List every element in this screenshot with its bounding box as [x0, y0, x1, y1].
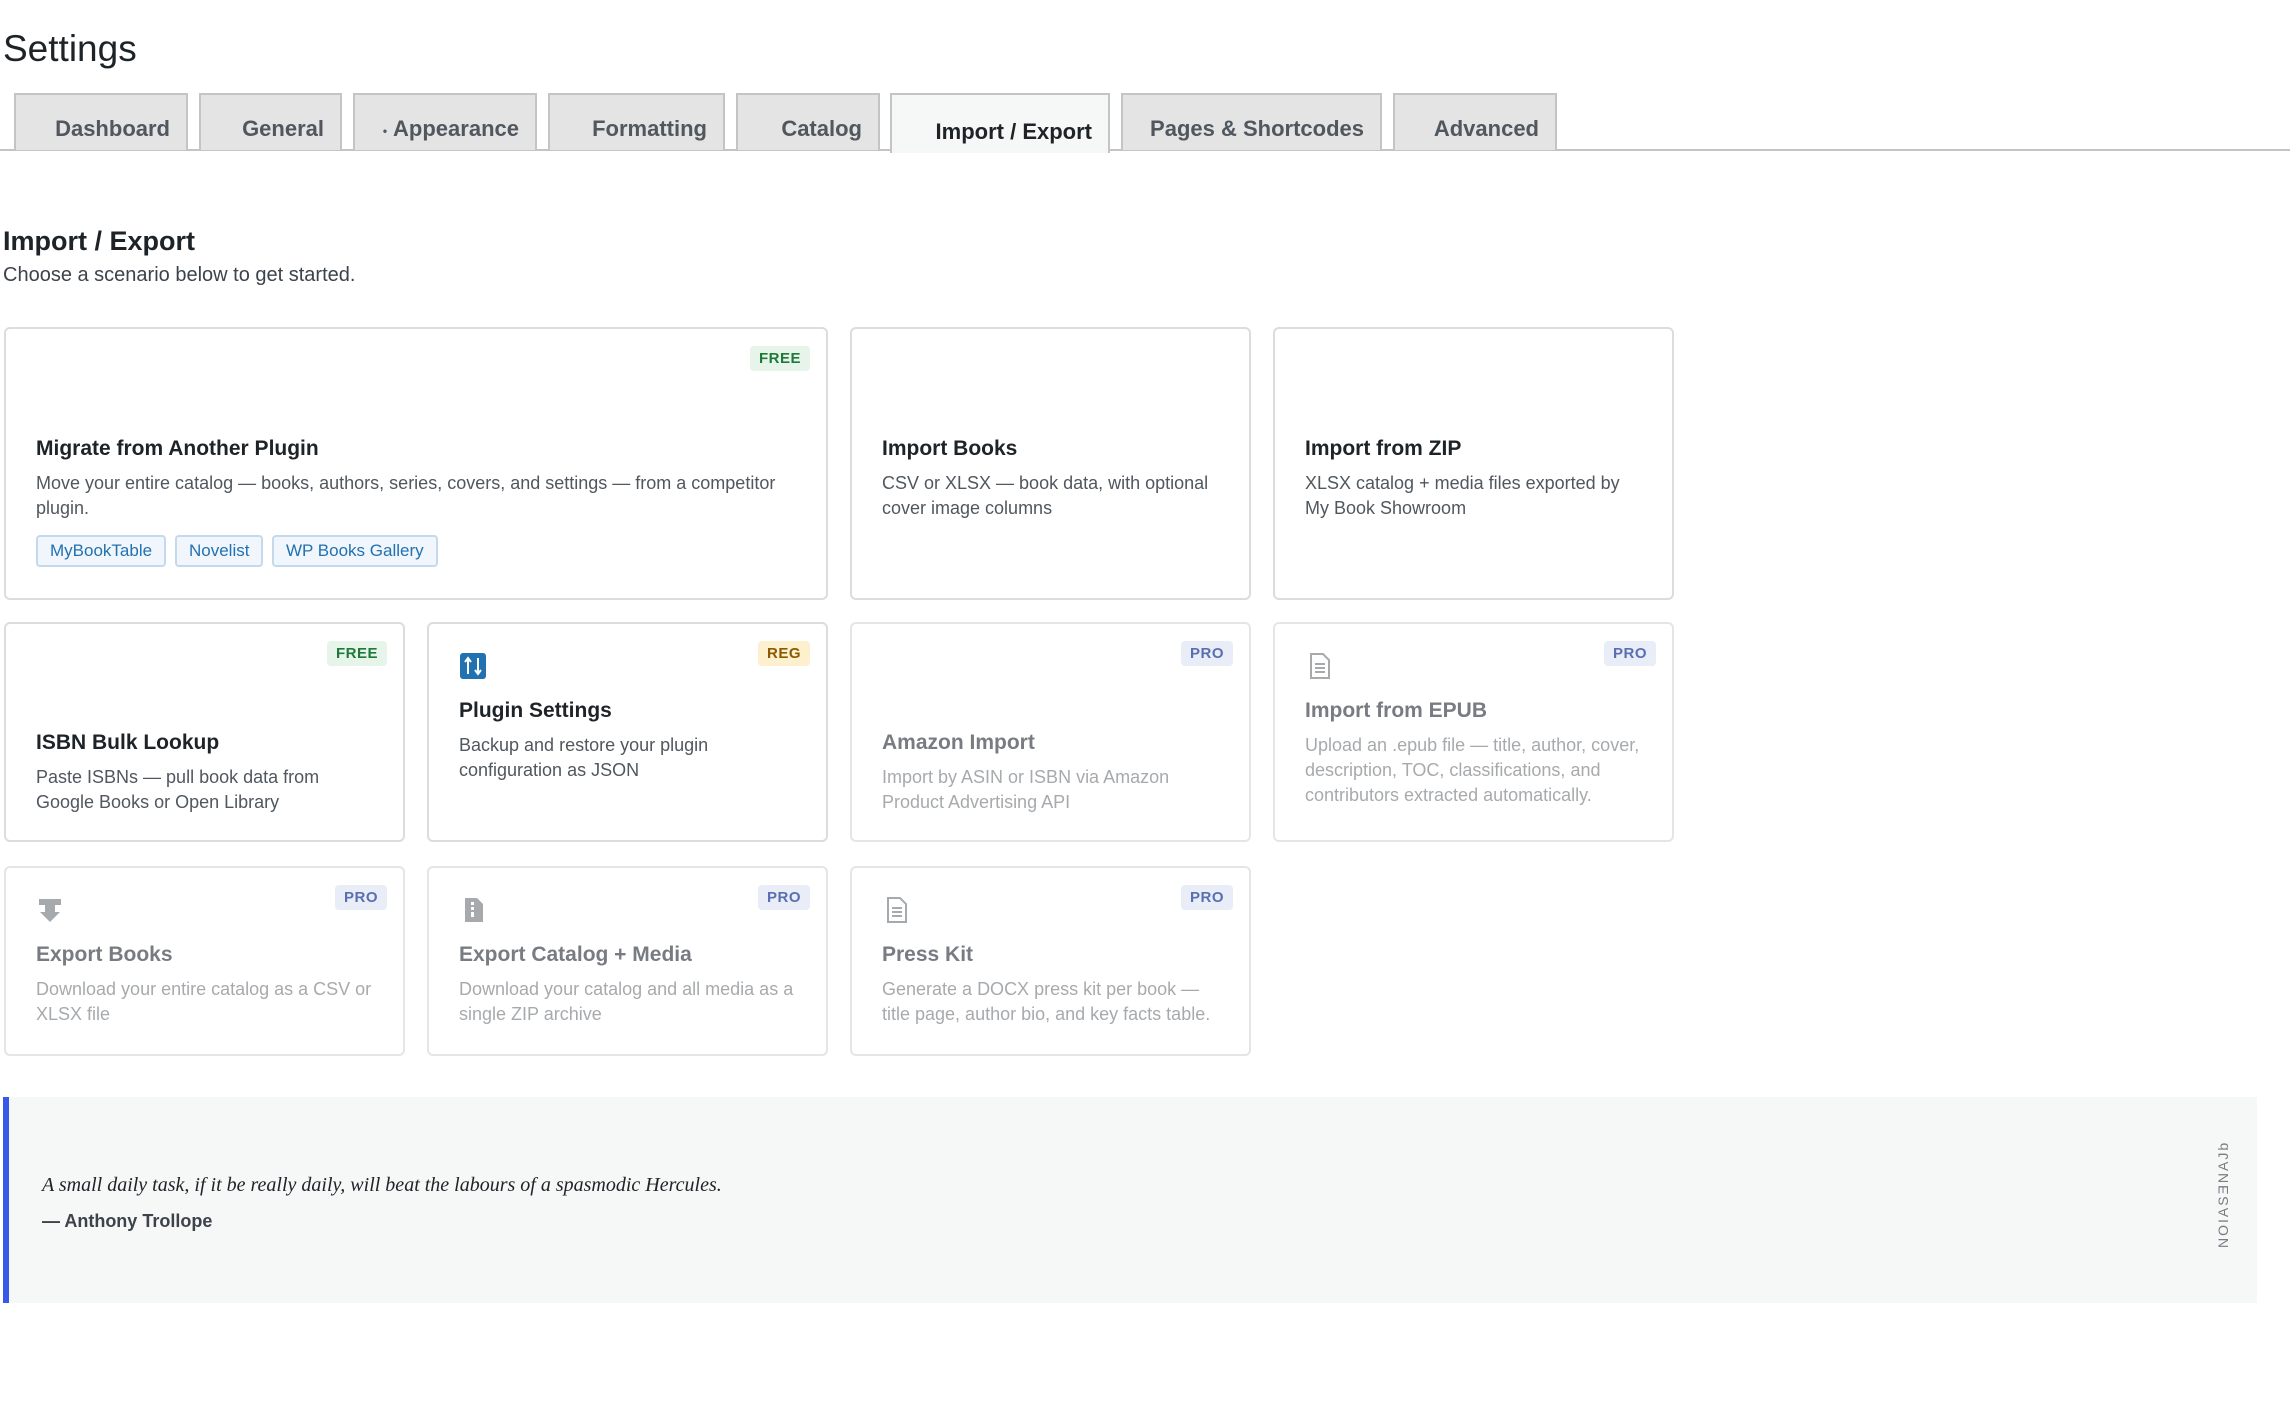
card-title: Export Books — [36, 943, 173, 966]
card-description: XLSX catalog + media files exported by M… — [1305, 473, 1620, 518]
migrate-source-tags: MyBookTable Novelist WP Books Gallery — [36, 535, 636, 569]
card-export-catalog-media[interactable]: PRO Export Catalog + Media Download your… — [427, 866, 828, 1056]
card-amazon-import[interactable]: PRO Amazon Import Import by ASIN or ISBN… — [850, 622, 1251, 842]
tab-label: Import / Export — [935, 119, 1092, 144]
pro-badge: PRO — [757, 885, 810, 910]
card-title: Import from EPUB — [1305, 699, 1488, 722]
archive-icon — [465, 898, 483, 922]
card-import-zip[interactable]: Import from ZIP XLSX catalog + media fil… — [1273, 327, 1674, 600]
tab-pages-shortcodes[interactable]: Pages & Shortcodes — [1121, 93, 1382, 150]
tab-advanced[interactable]: Advanced — [1393, 93, 1557, 150]
pro-badge: PRO — [334, 885, 387, 910]
tab-formatting[interactable]: Formatting — [548, 93, 725, 150]
tab-dashboard[interactable]: Dashboard — [14, 93, 188, 150]
quote-text: A small daily task, if it be really dail… — [42, 1174, 722, 1196]
pro-badge: PRO — [1180, 885, 1233, 910]
free-badge: FREE — [326, 641, 387, 666]
card-migrate-plugin[interactable]: FREE Migrate from Another Plugin Move yo… — [4, 327, 828, 600]
tag-novelist[interactable]: Novelist — [175, 535, 264, 567]
card-description: Backup and restore your plugin configura… — [459, 735, 709, 780]
card-press-kit[interactable]: PRO Press Kit Generate a DOCX press kit … — [850, 866, 1251, 1056]
card-description: CSV or XLSX — book data, with optional c… — [882, 473, 1209, 518]
tab-appearance[interactable]: • Appearance — [353, 93, 537, 150]
card-description: Upload an .epub file — title, author, co… — [1305, 735, 1640, 805]
download-icon — [39, 899, 61, 922]
card-description: Paste ISBNs — pull book data from Google… — [36, 767, 320, 812]
section-subtitle: Choose a scenario below to get started. — [3, 264, 356, 286]
card-description: Import by ASIN or ISBN via Amazon Produc… — [882, 767, 1170, 812]
tab-general[interactable]: General — [199, 93, 342, 150]
card-import-epub[interactable]: PRO Import from EPUB Upload an .epub fil… — [1273, 622, 1674, 842]
pro-badge: PRO — [1180, 641, 1233, 666]
tag-wp-books-gallery[interactable]: WP Books Gallery — [272, 535, 438, 567]
tab-import-export[interactable]: Import / Export — [890, 93, 1110, 153]
card-description: Download your catalog and all media as a… — [459, 979, 794, 1024]
card-import-books[interactable]: Import Books CSV or XLSX — book data, wi… — [850, 327, 1251, 600]
bullet-icon: • — [382, 124, 388, 138]
card-title: Import Books — [882, 437, 1018, 460]
card-plugin-settings[interactable]: REG Plugin Settings Backup and restore y… — [427, 622, 828, 842]
tab-label: Advanced — [1433, 116, 1539, 141]
daily-quote: A small daily task, if it be really dail… — [3, 1097, 2257, 1303]
card-title: Export Catalog + Media — [459, 943, 692, 966]
free-badge: FREE — [749, 346, 810, 371]
tab-label: Dashboard — [55, 116, 170, 141]
document-icon — [887, 897, 907, 923]
tab-label: Pages & Shortcodes — [1150, 116, 1364, 141]
card-title: ISBN Bulk Lookup — [36, 731, 220, 754]
card-isbn-bulk-lookup[interactable]: FREE ISBN Bulk Lookup Paste ISBNs — pull… — [4, 622, 405, 842]
card-title: Amazon Import — [882, 731, 1035, 754]
pro-badge: PRO — [1603, 641, 1656, 666]
tab-label: Catalog — [781, 116, 862, 141]
card-title: Import from ZIP — [1305, 437, 1462, 460]
card-title: Plugin Settings — [459, 699, 612, 722]
card-export-books[interactable]: PRO Export Books Download your entire ca… — [4, 866, 405, 1056]
tab-catalog[interactable]: Catalog — [736, 93, 880, 150]
card-title: Press Kit — [882, 943, 974, 966]
vertical-label: NOIASƎNAJb — [2215, 1140, 2231, 1248]
section-title: Import / Export — [3, 226, 196, 256]
tab-label: Formatting — [592, 116, 707, 141]
tab-label: Appearance — [393, 116, 519, 141]
card-description: Download your entire catalog as a CSV or… — [36, 979, 372, 1024]
document-icon — [1310, 653, 1330, 679]
card-title: Migrate from Another Plugin — [36, 437, 319, 460]
page-title: Settings — [3, 28, 137, 69]
tag-mybooktable[interactable]: MyBookTable — [36, 535, 167, 567]
tab-label: General — [242, 116, 324, 141]
quote-author: — Anthony Trollope — [42, 1211, 213, 1231]
settings-sliders-icon — [460, 653, 486, 679]
card-description: Move your entire catalog — books, author… — [36, 473, 776, 518]
reg-badge: REG — [757, 641, 810, 666]
card-description: Generate a DOCX press kit per book — tit… — [882, 979, 1211, 1024]
